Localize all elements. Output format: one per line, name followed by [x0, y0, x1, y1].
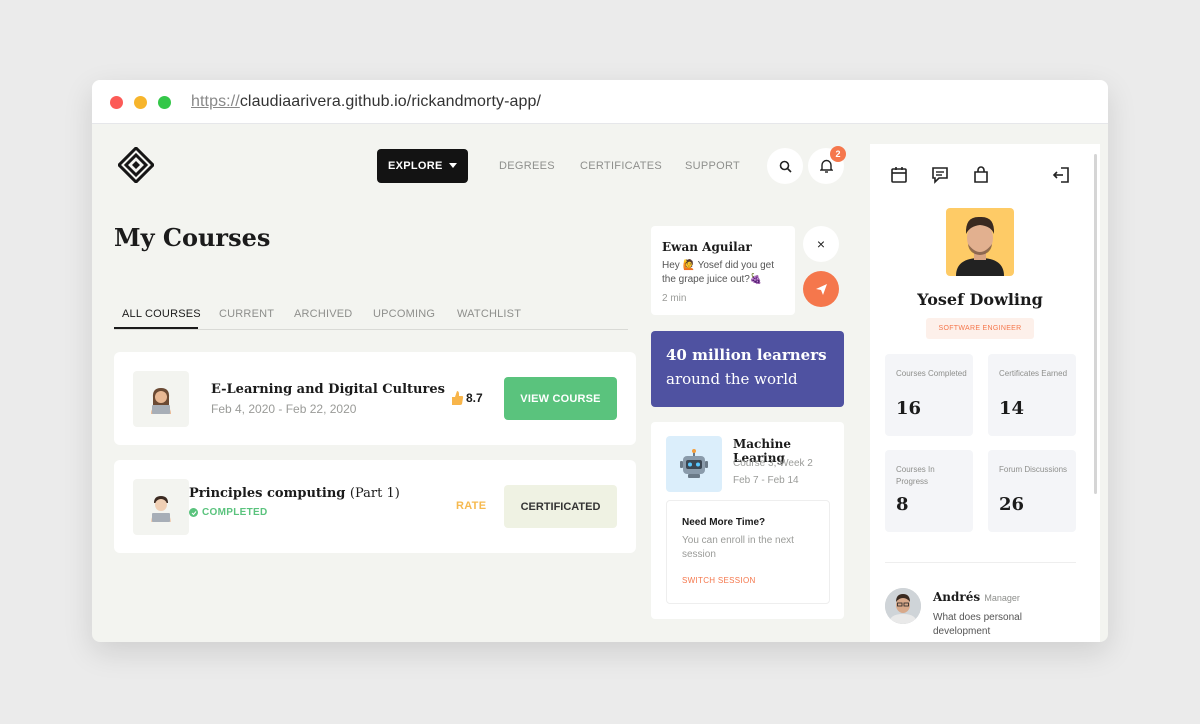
explore-dropdown[interactable]: EXPLORE	[377, 149, 468, 183]
nav-link-degrees[interactable]: DEGREES	[499, 160, 555, 172]
message-sender: Andrés Manager	[933, 590, 1020, 604]
need-more-time-text: You can enroll in the next session	[682, 535, 794, 560]
rating-value: 8.7	[466, 391, 483, 405]
tab-upcoming[interactable]: UPCOMING	[373, 308, 435, 320]
course-avatar	[666, 436, 722, 492]
stat-label: Courses In Progress	[896, 465, 935, 486]
message-preview[interactable]: What does personal development	[933, 611, 1063, 636]
browser-chrome: https://claudiaarivera.github.io/rickand…	[92, 80, 1108, 124]
tab-watchlist[interactable]: WATCHLIST	[457, 308, 521, 320]
message-avatar[interactable]	[885, 588, 921, 624]
page-title: My Courses	[114, 223, 271, 252]
course-card: Principles computing (Part 1) COMPLETED …	[114, 460, 636, 553]
tab-current[interactable]: CURRENT	[219, 308, 274, 320]
profile-panel: Yosef Dowling SOFTWARE ENGINEER Courses …	[870, 144, 1100, 642]
stat-courses-completed: Courses Completed 16	[885, 354, 973, 436]
completed-status: COMPLETED	[189, 507, 267, 518]
bell-icon	[819, 159, 833, 173]
browser-window: https://claudiaarivera.github.io/rickand…	[92, 80, 1108, 642]
robot-icon	[680, 449, 708, 478]
close-chat-button[interactable]: ×	[803, 226, 839, 262]
address-bar[interactable]: https://claudiaarivera.github.io/rickand…	[191, 93, 541, 111]
promo-banner: 40 million learners around the world	[651, 331, 844, 407]
course-card: E-Learning and Digital Cultures Feb 4, 2…	[114, 352, 636, 445]
chat-time: 2 min	[662, 293, 687, 304]
profile-avatar[interactable]	[946, 208, 1014, 276]
rate-link[interactable]: RATE	[456, 500, 486, 512]
message-sender-name: Andrés	[933, 590, 981, 604]
course-avatar	[133, 371, 189, 427]
course-dates: Feb 4, 2020 - Feb 22, 2020	[211, 402, 357, 416]
maximize-window-button[interactable]	[158, 96, 171, 109]
stat-label: Certificates Earned	[999, 369, 1068, 378]
user-photo-icon	[885, 588, 921, 624]
course-title[interactable]: E-Learning and Digital Cultures	[211, 382, 445, 397]
promo-subline: around the world	[666, 370, 798, 388]
stat-label: Courses Completed	[896, 369, 967, 378]
course-avatar	[133, 479, 189, 535]
logout-icon[interactable]	[1052, 166, 1070, 184]
logo-icon[interactable]	[118, 147, 154, 183]
app: EXPLORE DEGREES CERTIFICATES SUPPORT 2 M…	[92, 124, 1108, 642]
minimize-window-button[interactable]	[134, 96, 147, 109]
nav-link-support[interactable]: SUPPORT	[685, 160, 740, 172]
user-photo-icon	[956, 216, 1004, 276]
scrollbar[interactable]	[1094, 154, 1097, 494]
stat-value: 16	[896, 398, 922, 419]
promo-headline: 40 million learners	[666, 346, 827, 364]
role-badge: SOFTWARE ENGINEER	[926, 318, 1034, 339]
completed-label: COMPLETED	[202, 507, 268, 518]
url-path: claudiaarivera.github.io/rickandmorty-ap…	[239, 93, 542, 110]
man-laptop-icon	[151, 496, 171, 522]
close-icon: ×	[816, 236, 826, 252]
course-title[interactable]: Principles computing (Part 1)	[189, 486, 400, 501]
paper-plane-icon	[815, 283, 827, 295]
calendar-icon[interactable]	[890, 166, 908, 184]
active-tab-indicator	[114, 327, 198, 329]
switch-session-link[interactable]: SWITCH SESSION	[682, 576, 756, 585]
stat-value: 14	[999, 398, 1025, 419]
chat-icon[interactable]	[931, 166, 949, 184]
thumbs-up-icon	[452, 391, 464, 405]
stat-courses-in-progress: Courses In Progress 8	[885, 450, 973, 532]
check-icon	[189, 508, 198, 517]
url-protocol: https://	[191, 93, 240, 110]
search-button[interactable]	[767, 148, 803, 184]
explore-label: EXPLORE	[388, 160, 443, 172]
close-window-button[interactable]	[110, 96, 123, 109]
chat-sender-name: Ewan Aguilar	[662, 240, 752, 254]
stat-value: 8	[896, 494, 909, 515]
course-rating: 8.7	[450, 390, 483, 406]
notification-badge: 2	[830, 146, 846, 162]
course-tabs: ALL COURSES CURRENT ARCHIVED UPCOMING WA…	[114, 308, 628, 330]
certificated-button[interactable]: CERTIFICATED	[504, 485, 617, 528]
tab-all-courses[interactable]: ALL COURSES	[122, 308, 201, 320]
view-course-button[interactable]: VIEW COURSE	[504, 377, 617, 420]
upcoming-course-card: Machine Learing Course 3, Week 2 Feb 7 -…	[651, 422, 844, 619]
course-title-main: Principles computing	[189, 486, 346, 501]
caret-down-icon	[449, 163, 457, 168]
shopping-bag-icon[interactable]	[972, 166, 990, 184]
profile-name: Yosef Dowling	[917, 290, 1043, 309]
message-sender-title: Manager	[984, 593, 1020, 603]
tab-archived[interactable]: ARCHIVED	[294, 308, 352, 320]
send-button[interactable]	[803, 271, 839, 307]
need-more-time-box: Need More Time? You can enroll in the ne…	[666, 500, 830, 604]
nav-link-certificates[interactable]: CERTIFICATES	[580, 160, 662, 172]
stat-certificates-earned: Certificates Earned 14	[988, 354, 1076, 436]
chat-message: Hey 🙋 Yosef did you get the grape juice …	[662, 260, 774, 285]
need-more-time-title: Need More Time?	[682, 517, 766, 528]
course-title-part: (Part 1)	[349, 486, 400, 501]
upcoming-course-dates: Feb 7 - Feb 14	[733, 475, 799, 486]
woman-laptop-icon	[151, 388, 171, 414]
chat-notification[interactable]: Ewan Aguilar Hey 🙋 Yosef did you get the…	[651, 226, 795, 315]
stat-label: Forum Discussions	[999, 465, 1068, 474]
stat-value: 26	[999, 494, 1025, 515]
search-icon	[779, 160, 792, 173]
divider	[885, 562, 1076, 563]
upcoming-course-week: Course 3, Week 2	[733, 458, 813, 469]
stat-forum-discussions: Forum Discussions 26	[988, 450, 1076, 532]
